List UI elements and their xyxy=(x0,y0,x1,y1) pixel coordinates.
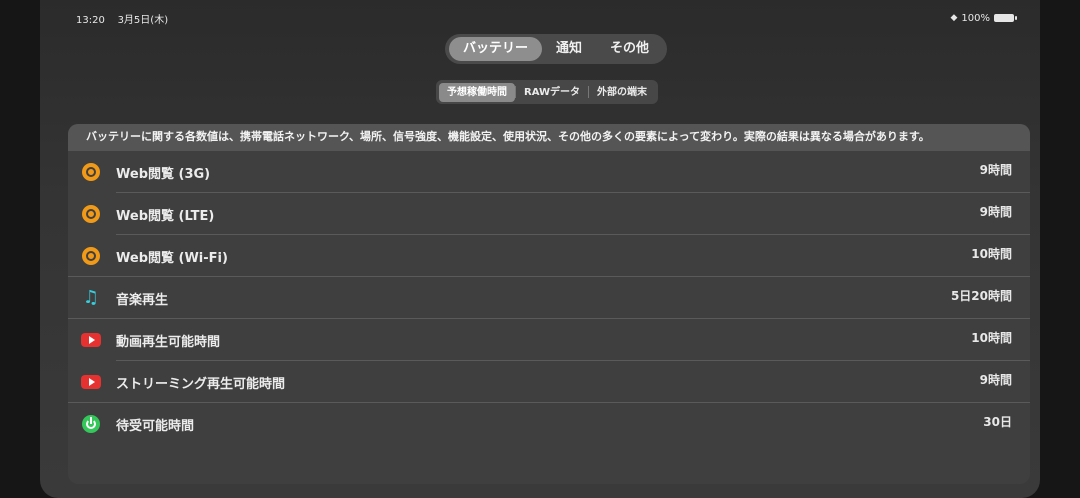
status-time: 13:20 xyxy=(76,14,105,26)
music-note-icon: ♫ xyxy=(82,287,100,308)
video-play-icon xyxy=(80,371,102,393)
row-value: 9時間 xyxy=(979,373,1012,387)
row-label: Web閲覧 (Wi-Fi) xyxy=(116,250,228,266)
row-label: 音楽再生 xyxy=(116,292,169,308)
compass-icon xyxy=(80,203,102,225)
row-value: 9時間 xyxy=(979,163,1012,177)
list-item[interactable]: 動画再生可能時間 10時間 xyxy=(68,319,1030,361)
tab-external-devices[interactable]: 外部の端末 xyxy=(589,83,655,102)
wifi-icon: ◆ xyxy=(950,13,958,23)
runtime-list: バッテリーに関する各数値は、携帯電話ネットワーク、場所、信号強度、機能設定、使用… xyxy=(68,124,1030,484)
tab-raw-data[interactable]: RAWデータ xyxy=(516,83,588,102)
tab-other[interactable]: その他 xyxy=(596,37,663,61)
list-item[interactable]: Web閲覧 (LTE) 9時間 xyxy=(68,193,1030,235)
list-item[interactable]: ♫ 音楽再生 5日20時間 xyxy=(68,277,1030,319)
status-date: 3月5日(木) xyxy=(117,14,169,26)
row-value: 30日 xyxy=(983,415,1012,429)
status-bar: 13:20 3月5日(木) ◆ 100% xyxy=(76,10,1017,26)
tab-estimated-runtime[interactable]: 予想稼働時間 xyxy=(439,82,515,102)
status-right: ◆ 100% xyxy=(950,12,1017,24)
row-label: Web閲覧 (3G) xyxy=(116,166,211,182)
row-label: 動画再生可能時間 xyxy=(116,334,221,350)
screen: 13:20 3月5日(木) ◆ 100% バッテリー 通知 その他 予想稼働時間… xyxy=(40,0,1040,498)
row-value: 5日20時間 xyxy=(950,289,1012,303)
compass-icon xyxy=(80,161,102,183)
video-play-icon xyxy=(80,329,102,351)
list-item[interactable]: 待受可能時間 30日 xyxy=(68,403,1030,445)
tab-notifications[interactable]: 通知 xyxy=(542,37,596,61)
row-label: Web閲覧 (LTE) xyxy=(116,208,215,224)
compass-icon xyxy=(80,245,102,267)
power-icon xyxy=(80,413,102,435)
list-item[interactable]: Web閲覧 (3G) 9時間 xyxy=(68,151,1030,193)
row-label: 待受可能時間 xyxy=(116,418,195,434)
sub-segmented-control: 予想稼働時間 RAWデータ 外部の端末 xyxy=(436,80,659,104)
status-left: 13:20 3月5日(木) xyxy=(76,11,168,26)
battery-notice: バッテリーに関する各数値は、携帯電話ネットワーク、場所、信号強度、機能設定、使用… xyxy=(68,124,1030,151)
battery-icon xyxy=(994,14,1017,22)
row-value: 10時間 xyxy=(971,331,1012,345)
main-segmented-control: バッテリー 通知 その他 xyxy=(445,34,668,64)
list-item[interactable]: ストリーミング再生可能時間 9時間 xyxy=(68,361,1030,403)
row-label: ストリーミング再生可能時間 xyxy=(116,376,286,392)
row-value: 10時間 xyxy=(971,247,1012,261)
battery-percent: 100% xyxy=(961,12,990,24)
row-value: 9時間 xyxy=(979,205,1012,219)
tab-battery[interactable]: バッテリー xyxy=(449,37,543,61)
list-item[interactable]: Web閲覧 (Wi-Fi) 10時間 xyxy=(68,235,1030,277)
